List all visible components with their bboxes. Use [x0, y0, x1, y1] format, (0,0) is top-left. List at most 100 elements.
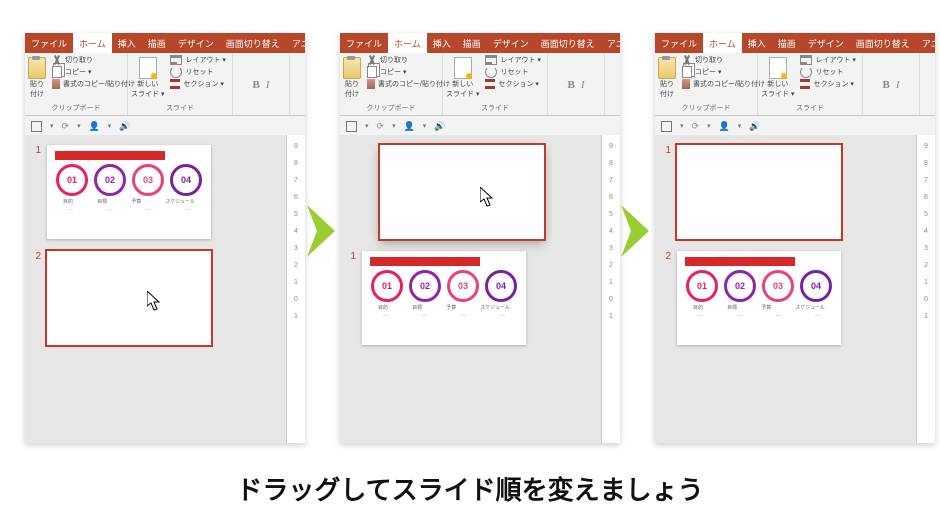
tab-file[interactable]: ファイル	[340, 33, 388, 53]
chevron-down-icon[interactable]: ▾	[108, 122, 112, 130]
italic-button[interactable]: I	[896, 79, 900, 91]
cut-button[interactable]: 切り取り	[680, 55, 767, 65]
tab-transition[interactable]: 画面切り替え	[850, 33, 916, 53]
format-painter-button[interactable]: 書式のコピー/貼り付け	[365, 79, 452, 89]
copy-button[interactable]: コピー ▾	[365, 66, 452, 78]
tab-transition[interactable]: 画面切り替え	[535, 33, 601, 53]
tab-home[interactable]: ホーム	[703, 33, 742, 53]
tab-design[interactable]: デザイン	[802, 33, 850, 53]
new-slide-icon[interactable]	[139, 57, 157, 79]
copy-icon	[367, 66, 377, 78]
chevron-down-icon[interactable]: ▾	[77, 122, 81, 130]
tab-file[interactable]: ファイル	[25, 33, 73, 53]
new-slide-icon[interactable]	[454, 57, 472, 79]
reset-icon	[485, 66, 497, 78]
slide-thumbnail-dragging[interactable]	[380, 145, 544, 239]
scissors-icon	[52, 55, 62, 65]
italic-button[interactable]: I	[266, 79, 270, 91]
chevron-down-icon[interactable]: ▾	[365, 122, 369, 130]
format-painter-button[interactable]: 書式のコピー/貼り付け	[680, 79, 767, 89]
view-toolbar: ▾ ⟳▾ 👤▾ 🔊	[340, 116, 620, 137]
tab-draw[interactable]: 描画	[772, 33, 802, 53]
new-slide-label: 新しい スライド ▾	[131, 79, 164, 99]
tab-home[interactable]: ホーム	[388, 33, 427, 53]
new-slide-label: 新しい スライド ▾	[446, 79, 479, 99]
chevron-down-icon[interactable]: ▾	[680, 122, 684, 130]
chevron-down-icon[interactable]: ▾	[50, 122, 54, 130]
section-icon	[170, 79, 180, 89]
circle-04: 04	[800, 270, 832, 302]
tab-animation[interactable]: アニ	[286, 33, 305, 53]
slide-thumbnail-content[interactable]: 01 02 03 04 目的目標予算スケジュール ────────	[362, 251, 526, 345]
new-slide-icon[interactable]	[769, 57, 787, 79]
new-slide-label: 新しい スライド ▾	[761, 79, 794, 99]
tab-draw[interactable]: 描画	[457, 33, 487, 53]
tab-animation[interactable]: アニ	[601, 33, 620, 53]
layout-button[interactable]: レイアウト ▾	[168, 55, 227, 65]
cut-button[interactable]: 切り取り	[50, 55, 137, 65]
section-button[interactable]: セクション ▾	[798, 79, 857, 89]
section-icon	[485, 79, 495, 89]
view-toolbar: ▾ ⟳▾ 👤▾ 🔊	[25, 116, 305, 137]
copy-button[interactable]: コピー ▾	[680, 66, 767, 78]
ribbon: 貼り付け 切り取り コピー ▾ 書式のコピー/貼り付け クリップボード 新しい …	[655, 53, 935, 116]
slide-thumbnail-2-selected[interactable]	[47, 251, 211, 345]
tab-insert[interactable]: 挿入	[112, 33, 142, 53]
vertical-ruler: 98765432101	[916, 135, 935, 443]
slide-thumbnail-1[interactable]: 01 02 03 04 目的目標予算スケジュール ────────	[47, 145, 211, 239]
slide-number: 2	[661, 251, 671, 262]
group-slides-label: スライド	[446, 103, 544, 115]
section-button[interactable]: セクション ▾	[168, 79, 227, 89]
tab-design[interactable]: デザイン	[487, 33, 535, 53]
tab-insert[interactable]: 挿入	[742, 33, 772, 53]
circle-04: 04	[485, 270, 517, 302]
bold-button[interactable]: B	[882, 79, 889, 91]
paste-icon[interactable]	[658, 57, 676, 79]
circle-04: 04	[170, 164, 202, 196]
circle-03: 03	[132, 164, 164, 196]
ribbon: 貼り付け 切り取り コピー ▾ 書式のコピー/貼り付け クリップボード 新しい …	[25, 53, 305, 116]
section-button[interactable]: セクション ▾	[483, 79, 542, 89]
chevron-down-icon[interactable]: ▾	[392, 122, 396, 130]
tab-transition[interactable]: 画面切り替え	[220, 33, 286, 53]
tab-draw[interactable]: 描画	[142, 33, 172, 53]
view-normal-icon[interactable]	[346, 121, 357, 132]
reset-button[interactable]: リセット	[168, 66, 227, 78]
scissors-icon	[367, 55, 377, 65]
section-icon	[800, 79, 810, 89]
cut-button[interactable]: 切り取り	[365, 55, 452, 65]
paste-icon[interactable]	[28, 57, 46, 79]
copy-icon	[682, 66, 692, 78]
bold-button[interactable]: B	[252, 79, 259, 91]
chevron-down-icon[interactable]: ▾	[707, 122, 711, 130]
circle-01: 01	[56, 164, 88, 196]
copy-button[interactable]: コピー ▾	[50, 66, 137, 78]
view-normal-icon[interactable]	[661, 121, 672, 132]
layout-button[interactable]: レイアウト ▾	[483, 55, 542, 65]
bold-button[interactable]: B	[567, 79, 574, 91]
layout-button[interactable]: レイアウト ▾	[798, 55, 857, 65]
circle-02: 02	[724, 270, 756, 302]
tab-animation[interactable]: アニ	[916, 33, 935, 53]
reset-button[interactable]: リセット	[483, 66, 542, 78]
view-toolbar: ▾ ⟳▾ 👤▾ 🔊	[655, 116, 935, 137]
slide-number: 2	[31, 251, 41, 262]
chevron-down-icon[interactable]: ▾	[423, 122, 427, 130]
reset-button[interactable]: リセット	[798, 66, 857, 78]
tab-home[interactable]: ホーム	[73, 33, 112, 53]
slide-thumbnail-1-selected[interactable]	[677, 145, 841, 239]
chevron-down-icon[interactable]: ▾	[738, 122, 742, 130]
slide-thumbnail-2[interactable]: 01 02 03 04 目的目標予算スケジュール ────────	[677, 251, 841, 345]
view-normal-icon[interactable]	[31, 121, 42, 132]
tab-insert[interactable]: 挿入	[427, 33, 457, 53]
circle-03: 03	[762, 270, 794, 302]
group-clipboard-label: クリップボード	[28, 103, 124, 115]
paste-label: 貼り付け	[658, 79, 676, 99]
tab-design[interactable]: デザイン	[172, 33, 220, 53]
italic-button[interactable]: I	[581, 79, 585, 91]
paste-icon[interactable]	[343, 57, 361, 79]
format-painter-button[interactable]: 書式のコピー/貼り付け	[50, 79, 137, 89]
powerpoint-window-step1: ファイル ホーム 挿入 描画 デザイン 画面切り替え アニ 貼り付け 切り取り …	[25, 33, 305, 443]
ribbon-tabs: ファイル ホーム 挿入 描画 デザイン 画面切り替え アニ	[655, 33, 935, 53]
tab-file[interactable]: ファイル	[655, 33, 703, 53]
